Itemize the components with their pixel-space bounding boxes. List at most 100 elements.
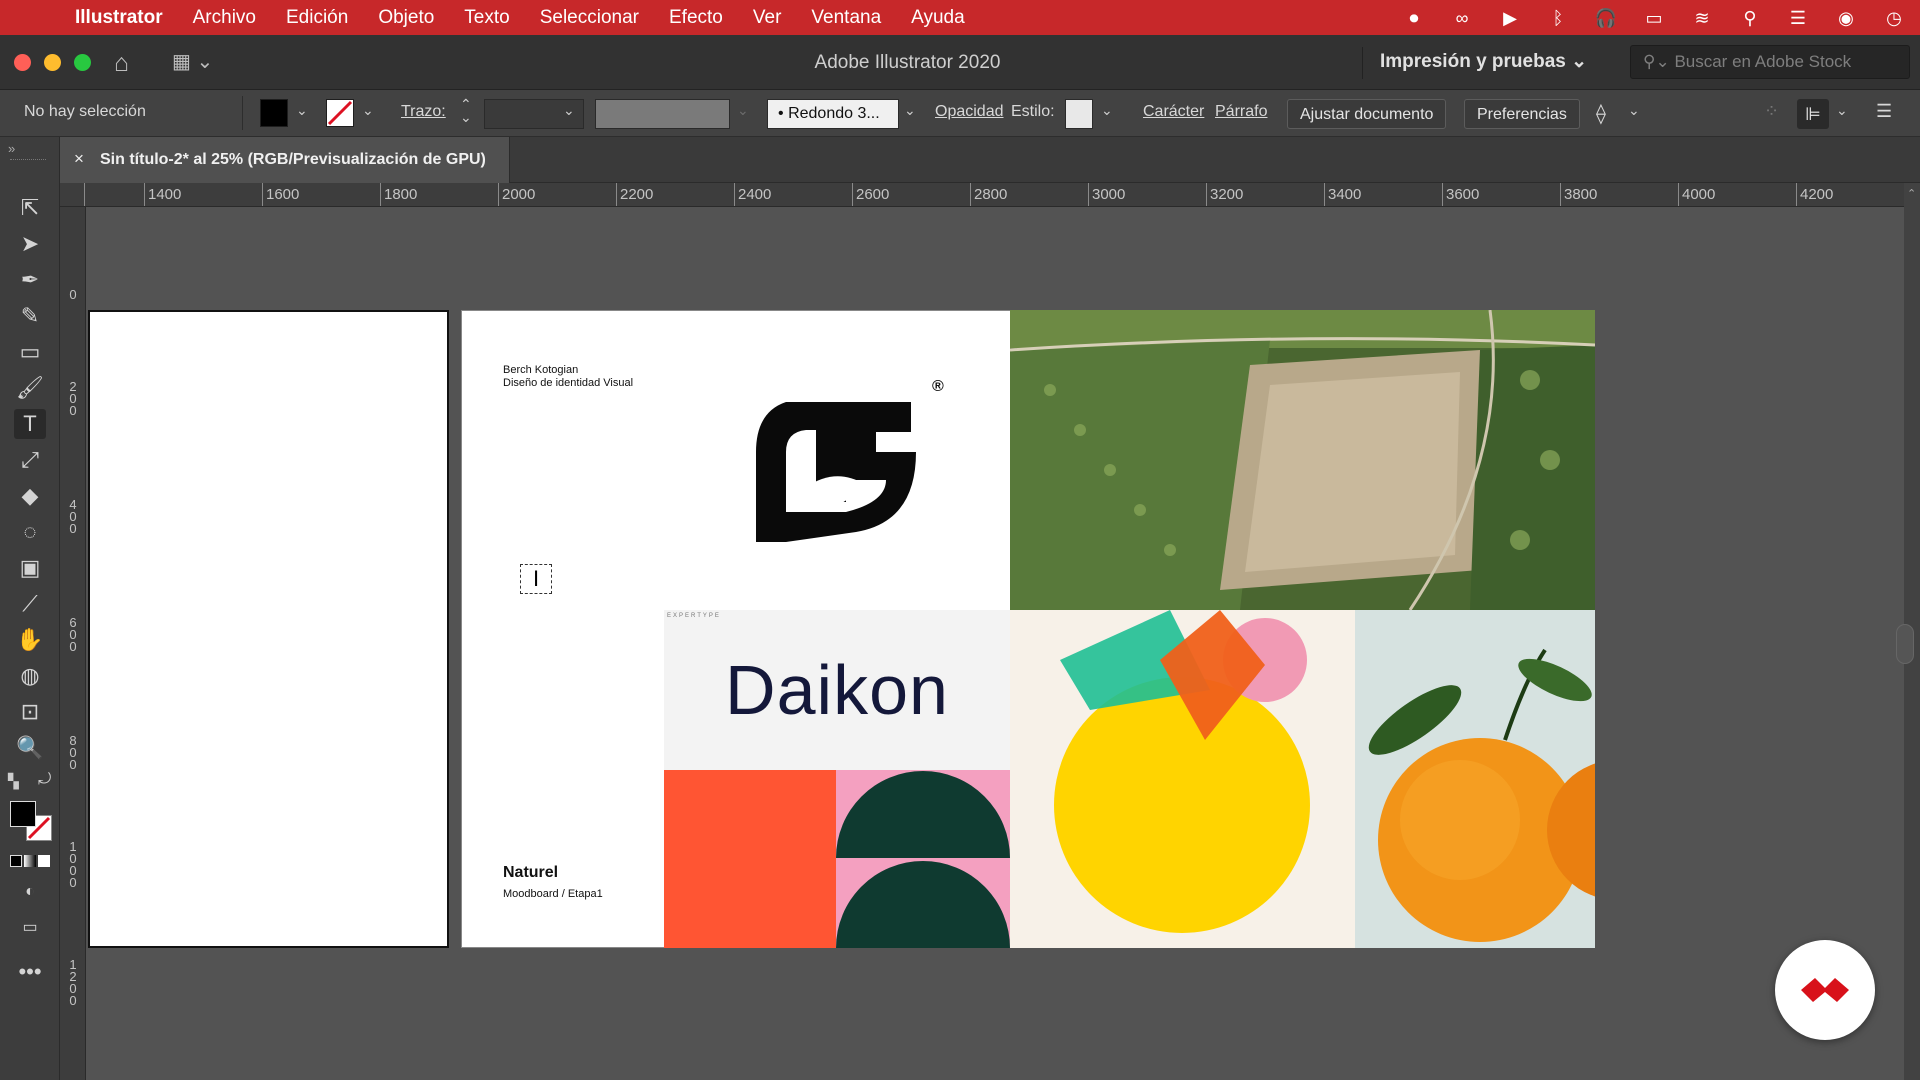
clock-icon[interactable]: ◷ <box>1882 6 1906 30</box>
puppet-warp-tool-icon[interactable]: ✋ <box>14 625 46 655</box>
paragraph-panel-link[interactable]: Párrafo <box>1215 103 1267 121</box>
search-icon: ⚲⌄ <box>1643 52 1670 71</box>
record-icon[interactable]: ⏺ <box>1402 6 1426 30</box>
gradient-tool-icon[interactable]: ▣ <box>14 553 46 583</box>
menu-seleccionar[interactable]: Seleccionar <box>525 7 654 29</box>
workspace-switcher[interactable]: Impresión y pruebas ⌄ <box>1380 50 1587 73</box>
color-mode-icon[interactable] <box>10 855 22 867</box>
oranges-photo[interactable] <box>1355 610 1595 948</box>
battery-icon[interactable]: ▭ <box>1642 6 1666 30</box>
stroke-label[interactable]: Trazo: <box>401 103 446 121</box>
align-objects-icon[interactable]: ⊫ <box>1797 99 1829 129</box>
stroke-weight-stepper[interactable]: ⌃ ⌄ <box>460 97 472 124</box>
menu-objeto[interactable]: Objeto <box>363 7 449 29</box>
ruler-label: 2600 <box>856 186 890 203</box>
eraser-tool-icon[interactable]: ◆ <box>14 481 46 511</box>
gradient-mode-icon[interactable] <box>24 855 36 867</box>
artboard-blank[interactable] <box>88 310 449 948</box>
screen-mode-icon[interactable]: ▭ <box>14 913 46 943</box>
author-subtitle[interactable]: Diseño de identidad Visual <box>503 377 633 390</box>
panel-menu-icon[interactable]: ☰ <box>1876 101 1892 122</box>
chevron-down-icon[interactable]: ⌄ <box>1628 102 1640 119</box>
chevron-down-icon[interactable]: ⌄ <box>563 102 575 119</box>
menu-ventana[interactable]: Ventana <box>796 7 896 29</box>
menu-ver[interactable]: Ver <box>738 7 797 29</box>
menu-archivo[interactable]: Archivo <box>178 7 271 29</box>
floating-brand-button[interactable] <box>1775 940 1875 1040</box>
scroll-up-icon[interactable]: ⌃ <box>1907 187 1916 200</box>
typeface-caption[interactable]: EXPERTYPE <box>667 613 721 619</box>
fill-color-box[interactable] <box>10 801 36 827</box>
control-center-icon[interactable]: ☰ <box>1786 6 1810 30</box>
horizontal-ruler[interactable]: 1400 1600 1800 2000 2200 2400 2600 2800 … <box>60 183 1904 207</box>
project-stage[interactable]: Moodboard / Etapa1 <box>503 888 603 901</box>
siri-icon[interactable]: ◉ <box>1834 6 1858 30</box>
menu-texto[interactable]: Texto <box>449 7 524 29</box>
chevron-down-icon[interactable]: ⌄ <box>1101 102 1113 119</box>
daikon-wordmark[interactable]: Daikon <box>664 650 1010 730</box>
chevron-down-icon[interactable]: ⌄ <box>296 102 308 119</box>
graphic-style-swatch[interactable] <box>1065 99 1093 129</box>
headphones-icon[interactable]: 🎧 <box>1594 6 1618 30</box>
close-icon[interactable]: × <box>74 149 84 169</box>
pen-tool-icon[interactable]: ✒ <box>14 265 46 295</box>
direct-selection-tool-icon[interactable]: ➤ <box>14 229 46 259</box>
opacity-label[interactable]: Opacidad <box>935 103 1004 121</box>
stroke-color-swatch[interactable] <box>326 99 354 127</box>
chevron-down-icon[interactable]: ⌄ <box>904 102 916 119</box>
author-name[interactable]: Berch Kotogian <box>503 364 578 377</box>
menu-efecto[interactable]: Efecto <box>654 7 738 29</box>
artboard-tool-icon[interactable]: ⊡ <box>14 697 46 727</box>
scrollbar-thumb[interactable] <box>1896 624 1914 664</box>
document-tab[interactable]: × Sin título-2* al 25% (RGB/Previsualiza… <box>60 137 510 183</box>
paintbrush-tool-icon[interactable]: 🖌 <box>14 373 46 403</box>
lasso-tool-icon[interactable]: ◌ <box>14 517 46 547</box>
aerial-field-photo[interactable] <box>1010 310 1595 610</box>
registered-mark[interactable]: ® <box>932 379 944 395</box>
project-name[interactable]: Naturel <box>503 865 558 881</box>
geometric-composition[interactable] <box>1010 610 1355 948</box>
selection-tool-icon[interactable]: ⇱ <box>14 193 46 223</box>
ruler-label: 1800 <box>384 186 418 203</box>
play-icon[interactable]: ▶ <box>1498 6 1522 30</box>
brush-definition-dropdown[interactable]: • Redondo 3... <box>767 99 899 129</box>
expand-panel-icon[interactable]: » <box>8 141 15 156</box>
fill-color-swatch[interactable] <box>260 99 288 127</box>
draw-mode-icon[interactable]: ◐ <box>14 877 46 907</box>
type-tool-icon[interactable]: T <box>14 409 46 439</box>
wifi-icon[interactable]: ≋ <box>1690 6 1714 30</box>
bluetooth-icon[interactable]: ᛒ <box>1546 6 1570 30</box>
scale-tool-icon[interactable]: ⤢ <box>14 445 46 475</box>
rectangle-tool-icon[interactable]: ▭ <box>14 337 46 367</box>
pink-semicircles-block[interactable] <box>836 770 1010 948</box>
vertical-ruler[interactable]: 0 200 400 600 800 1000 1200 <box>60 207 86 1080</box>
eyedropper-tool-icon[interactable]: ⟋ <box>14 589 46 619</box>
chevron-down-icon[interactable]: ⌄ <box>362 102 374 119</box>
default-colors-icon[interactable]: ▚ <box>8 773 19 790</box>
stock-search-placeholder: Buscar en Adobe Stock <box>1674 52 1852 71</box>
curvature-tool-icon[interactable]: ✎ <box>14 301 46 331</box>
menu-ayuda[interactable]: Ayuda <box>896 7 980 29</box>
app-menu[interactable]: Illustrator <box>60 7 178 29</box>
align-grid-icon[interactable]: ⁘ <box>1764 101 1779 122</box>
shape-builder-tool-icon[interactable]: ◍ <box>14 661 46 691</box>
divider <box>1362 47 1363 79</box>
menu-edicion[interactable]: Edición <box>271 7 363 29</box>
fit-document-button[interactable]: Ajustar documento <box>1287 99 1447 129</box>
search-icon[interactable]: ⚲ <box>1738 6 1762 30</box>
creative-cloud-icon[interactable]: ∞ <box>1450 6 1474 30</box>
swap-colors-icon[interactable]: ⤾ <box>38 771 51 789</box>
edit-toolbar-icon[interactable]: ••• <box>14 957 46 987</box>
variable-width-profile[interactable] <box>595 99 730 129</box>
grip-icon[interactable] <box>10 159 46 162</box>
brand-logo[interactable] <box>746 372 956 550</box>
orange-color-block[interactable] <box>664 770 836 948</box>
zoom-tool-icon[interactable]: 🔍 <box>14 733 46 763</box>
ruler-label: 3600 <box>1446 186 1480 203</box>
chevron-down-icon[interactable]: ⌄ <box>1836 102 1848 119</box>
none-mode-icon[interactable] <box>38 855 50 867</box>
character-panel-link[interactable]: Carácter <box>1143 103 1204 121</box>
adobe-stock-search-input[interactable]: ⚲⌄ Buscar en Adobe Stock <box>1630 45 1910 79</box>
reset-pin-icon[interactable]: ⟠ <box>1596 101 1606 126</box>
preferences-button[interactable]: Preferencias <box>1464 99 1580 129</box>
